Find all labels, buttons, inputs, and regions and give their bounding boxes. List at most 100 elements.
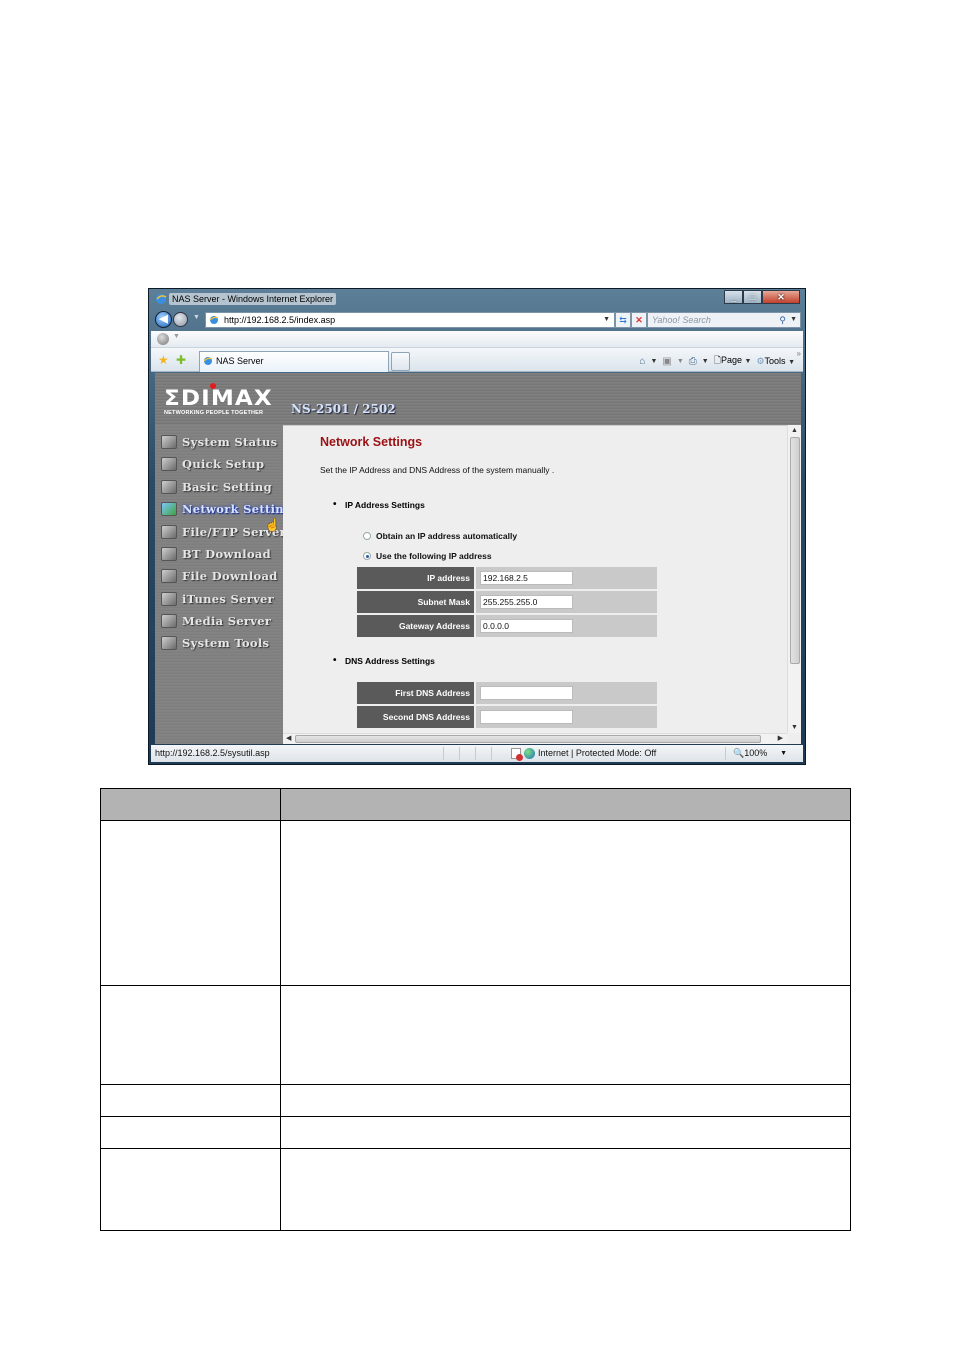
sidebar-item-itunes-server[interactable]: iTunes Server [161,589,274,609]
second-dns-input[interactable] [480,710,573,724]
table-row [100,985,851,1085]
links-dropdown-icon[interactable]: ▼ [173,333,180,340]
command-bar: ⌂ ▼ ▣ ▼ ⎙ ▼ 🗋Page ▼ ⚙Tools ▼ [639,353,795,369]
horizontal-scroll-thumb[interactable] [295,735,761,743]
security-zone[interactable]: Internet | Protected Mode: Off [511,745,656,762]
sidebar-item-label: Network Setting [182,502,293,516]
edimax-logo: ΣDIMAX NETWORKING PEOPLE TOGETHER [164,383,276,416]
print-dropdown-icon[interactable]: ▼ [702,358,709,365]
scroll-down-icon[interactable]: ▼ [791,724,798,731]
forward-button[interactable] [173,312,188,327]
title-bar: NAS Server - Windows Internet Explorer _… [149,289,805,309]
sidebar-item-quick-setup[interactable]: Quick Setup [161,454,264,474]
zoom-dropdown-icon[interactable]: ▼ [780,745,787,762]
sidebar-item-bt-download[interactable]: BT Download [161,544,271,564]
new-tab-button[interactable] [391,352,410,371]
tab-nas-server[interactable]: NAS Server [199,351,389,372]
status-bar: http://192.168.2.5/sysutil.asp Internet … [151,745,803,762]
tools-menu-label: Tools [764,355,786,366]
home-dropdown-icon[interactable]: ▼ [650,358,657,365]
minimize-icon: _ [730,292,736,302]
home-icon[interactable]: ⌂ [639,356,645,367]
main-content: Network Settings Set the IP Address and … [283,425,787,733]
sidebar: System Status Quick Setup Basic Setting … [155,425,292,744]
search-icon[interactable]: ⚲ [779,313,786,327]
add-favorite-icon[interactable]: ✚ [176,353,186,367]
vertical-scroll-thumb[interactable] [790,437,800,664]
address-dropdown-icon[interactable]: ▼ [603,313,610,327]
gateway-address-row: Gateway Address [357,615,657,637]
table-row [100,1148,851,1231]
page-menu[interactable]: 🗋Page ▼ [714,353,752,369]
vertical-scrollbar[interactable]: ▲ ▼ [787,425,801,733]
dns-settings-table: First DNS Address Second DNS Address [357,682,657,730]
sidebar-item-file-download[interactable]: File Download [161,566,278,586]
favicon-globe-icon[interactable] [157,333,169,345]
radio-obtain-automatically[interactable]: Obtain an IP address automatically [363,531,517,541]
sidebar-item-media-server[interactable]: Media Server [161,611,271,631]
address-text: http://192.168.2.5/index.asp [224,315,336,325]
search-input[interactable]: Yahoo! Search ⚲ ▼ [647,312,801,328]
stop-button[interactable]: ✕ [631,312,647,328]
scroll-left-icon[interactable]: ◀ [286,734,291,742]
print-icon[interactable]: ⎙ [689,356,697,367]
sidebar-item-label: Media Server [182,614,272,628]
search-dropdown-icon[interactable]: ▼ [790,313,797,327]
sidebar-item-network-setting[interactable]: Network Setting [161,499,292,519]
feeds-dropdown-icon[interactable]: ▼ [677,358,684,365]
status-divider [475,747,476,760]
stop-icon: ✕ [635,315,643,325]
subnet-mask-input[interactable] [480,595,573,609]
status-divider [443,747,444,760]
sidebar-item-system-tools[interactable]: System Tools [161,633,269,653]
first-dns-input[interactable] [480,686,573,700]
maximize-button[interactable]: □ [743,290,762,304]
tools-menu[interactable]: ⚙Tools ▼ [756,356,795,367]
radio-use-following[interactable]: Use the following IP address [363,551,492,561]
scroll-right-icon[interactable]: ▶ [778,734,783,742]
page-viewport: ΣDIMAX NETWORKING PEOPLE TOGETHER NS-250… [155,373,801,744]
system-tools-icon [161,636,177,650]
page-dropdown-icon: ▼ [744,358,752,365]
radio-button[interactable] [363,532,371,540]
maximize-icon: □ [749,292,756,302]
sidebar-item-basic-setting[interactable]: Basic Setting [161,477,272,497]
back-button[interactable]: ◀ [155,311,172,328]
back-arrow-icon: ◀ [159,313,168,325]
sidebar-item-system-status[interactable]: System Status [161,432,277,452]
tools-dropdown-icon: ▼ [788,358,795,366]
sidebar-item-label: iTunes Server [182,592,275,606]
close-button[interactable]: ✕ [762,290,800,304]
zoom-level[interactable]: 🔍100% [733,745,767,762]
ip-address-input[interactable] [480,571,573,585]
radio-button[interactable] [363,552,371,560]
gateway-address-input[interactable] [480,619,573,633]
table-cell [280,1148,851,1231]
sidebar-item-label: System Tools [182,636,270,650]
address-bar-row: ◀ ▼ http://192.168.2.5/index.asp ▼ ⇆ ✕ Y… [149,310,805,330]
page-description: Set the IP Address and DNS Address of th… [320,465,555,475]
network-setting-icon [161,502,177,516]
brand-name: ΣDIMAX [164,386,273,410]
hand-cursor-icon: ☝ [265,518,280,532]
favorites-star-icon[interactable]: ★ [158,353,169,367]
horizontal-scrollbar[interactable]: ◀ ▶ [283,733,787,744]
status-divider [491,747,492,760]
refresh-button[interactable]: ⇆ [615,312,631,328]
first-dns-row: First DNS Address [357,682,657,704]
ip-settings-table: IP address Subnet Mask Gateway Address [357,567,657,639]
status-divider [725,747,726,760]
file-ftp-server-icon [161,525,177,539]
history-dropdown-icon[interactable]: ▼ [193,314,200,321]
table-row [100,1084,851,1117]
chevron-more-icon[interactable]: » [797,349,801,358]
status-url: http://192.168.2.5/sysutil.asp [155,748,270,758]
field-label: IP address [357,567,476,589]
address-input[interactable]: http://192.168.2.5/index.asp ▼ [205,312,615,328]
minimize-button[interactable]: _ [724,290,743,304]
scroll-up-icon[interactable]: ▲ [791,427,798,434]
feeds-icon[interactable]: ▣ [662,356,671,367]
page-menu-label: Page [720,355,742,365]
field-label: Second DNS Address [357,706,476,728]
table-cell [100,1084,281,1117]
